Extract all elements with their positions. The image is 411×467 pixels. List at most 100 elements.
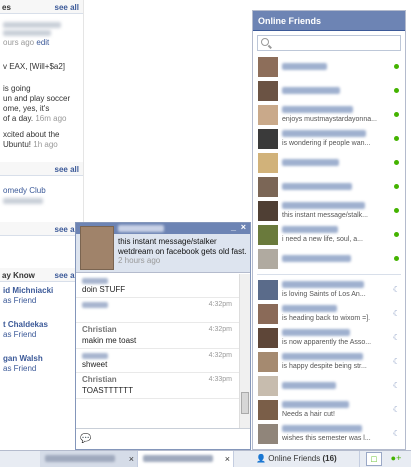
chat-tab-active[interactable]: × [138,451,234,467]
avatar [258,424,278,444]
friend-name [282,63,327,70]
friend-row[interactable]: is heading back to wixom =]. ☾ [253,302,405,326]
online-dot-icon [394,208,399,213]
friend-row[interactable] [253,175,405,199]
chat-bar: × × 👤 Online Friends (16) □ ●+ [0,450,411,467]
avatar [258,57,278,77]
friend-row[interactable]: this instant message/stalk... [253,199,405,223]
friend-row[interactable]: is wondering if people wan... [253,127,405,151]
chat-scrollbar[interactable] [239,274,250,429]
person-name[interactable]: gan Walsh [3,354,80,364]
person-suggestion: gan Walsh as Friend [0,342,83,376]
friend-name [282,159,339,166]
add-person-icon[interactable]: ●+ [388,452,404,466]
avatar [258,400,278,420]
friend-row[interactable]: wishes this semester was l... ☾ [253,422,405,446]
friend-row[interactable] [253,79,405,103]
message-text: makin me toast [82,336,137,345]
feed-time: 16m ago [35,114,67,123]
feed-item: ours ago edit [0,14,83,50]
person-name[interactable]: id Michniacki [3,286,80,296]
club-link[interactable]: omedy Club [3,186,80,196]
avatar [258,328,278,348]
online-friends-panel: Online Friends enjoys mustmaystardayonna… [252,10,406,450]
feed-item: xcited about the Ubuntu! 1h ago [0,126,83,152]
feed-text: un and play soccer [3,94,71,103]
avatar [258,304,278,324]
friend-status: is wondering if people wan... [282,140,371,147]
chat-bubble-icon: 💬 [80,433,92,443]
avatar [258,352,278,372]
avatar [258,280,278,300]
friend-row[interactable] [253,151,405,175]
section-title: ay Know [2,271,35,280]
chat-message: Christian 4:32pm makin me toast [76,323,240,349]
close-icon[interactable]: × [225,451,230,467]
feed-time: ours ago [3,38,35,47]
friend-status: is loving Saints of Los An... [282,291,366,298]
avatar [258,177,278,197]
avatar [258,376,278,396]
friend-row[interactable]: enjoys mustmaystardayonna... [253,103,405,127]
idle-moon-icon: ☾ [392,285,400,294]
add-friend-link[interactable]: as Friend [3,364,80,374]
friend-row[interactable]: i need a new life, soul, a... [253,223,405,247]
online-count: (16) [322,454,337,463]
friend-name [282,130,366,137]
friend-row[interactable]: ☾ [253,374,405,398]
add-friend-link[interactable]: as Friend [3,330,80,340]
minimize-icon[interactable]: _ [231,222,236,232]
avatar [258,129,278,149]
see-all-link[interactable]: see all [55,3,79,12]
feed-text: of a day. [3,114,34,123]
friend-status: wishes this semester was l... [282,435,371,442]
message-time: 4:32pm [208,352,232,359]
friend-name [282,425,362,432]
chat-options-icon[interactable]: □ [366,452,382,466]
add-friend-link[interactable]: as Friend [3,296,80,306]
friend-status: enjoys mustmaystardayonna... [282,116,377,123]
online-dot-icon [394,160,399,165]
chat-message-input[interactable]: 💬 [76,428,250,449]
friend-row[interactable]: Needs a hair cut! ☾ [253,398,405,422]
person-suggestion: t Chaldekas as Friend [0,308,83,342]
friend-row[interactable] [253,55,405,79]
friend-row[interactable]: is happy despite being str... ☾ [253,350,405,374]
friend-name [282,226,338,233]
list-divider [257,274,401,275]
close-icon[interactable]: × [241,222,246,232]
scrollbar-thumb[interactable] [241,392,249,414]
person-icon: 👤 [256,454,266,463]
message-text: TOASTTTTTT [82,386,133,395]
idle-moon-icon: ☾ [392,357,400,366]
friend-row[interactable]: is loving Saints of Los An... ☾ [253,278,405,302]
idle-moon-icon: ☾ [392,381,400,390]
avatar [258,153,278,173]
close-icon[interactable]: × [129,451,134,467]
feed-section-header: see all [0,162,83,176]
friends-search-input[interactable] [257,35,401,51]
friend-row[interactable] [253,247,405,271]
feed-text: Ubuntu! [3,140,32,149]
see-all-link[interactable]: see all [55,165,79,174]
avatar [258,105,278,125]
status-text: this instant message/stalker wetdream on… [118,237,247,256]
friend-name [282,281,364,288]
online-friends-button[interactable]: 👤 Online Friends (16) [252,451,360,467]
feed-item: is going un and play soccer ome, yes, it… [0,74,83,126]
avatar [258,249,278,269]
message-sender [82,278,108,284]
friend-name [282,401,349,408]
online-friends-label: Online Friends [268,454,321,463]
feed-text: xcited about the [3,130,60,139]
search-icon [261,38,269,46]
friend-row[interactable]: is now apparently the Asso... ☾ [253,326,405,350]
avatar[interactable] [80,226,114,270]
chat-tab[interactable]: × [40,451,138,467]
edit-link[interactable]: edit [36,38,49,47]
message-text: doin STUFF [82,285,126,294]
chat-contact-name[interactable] [118,225,164,232]
person-name[interactable]: t Chaldekas [3,320,80,330]
friend-name [282,353,363,360]
chat-message: Christian 4:33pm TOASTTTTTT [76,373,240,399]
